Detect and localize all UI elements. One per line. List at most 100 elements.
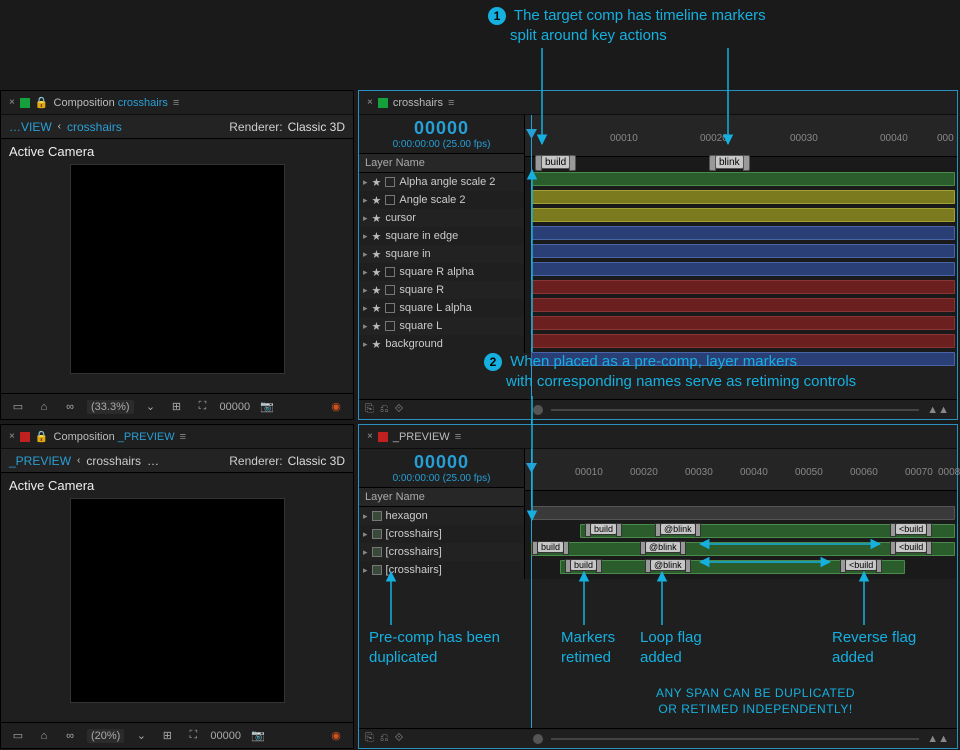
chevron-left-icon[interactable]: ‹ bbox=[58, 121, 61, 132]
timeline-tab[interactable]: × crosshairs ≡ bbox=[359, 91, 957, 115]
layer-marker[interactable]: build bbox=[590, 523, 617, 535]
layer-row[interactable]: ▸★square in bbox=[359, 245, 524, 263]
disclosure-icon[interactable]: ▸ bbox=[363, 339, 368, 350]
layer-marker[interactable]: build bbox=[570, 559, 597, 571]
zoom-percent[interactable]: (33.3%) bbox=[87, 400, 134, 414]
disclosure-icon[interactable]: ▸ bbox=[363, 231, 368, 242]
layer-row[interactable]: ▸★square in edge bbox=[359, 227, 524, 245]
crop-icon[interactable]: ⛶ bbox=[194, 399, 212, 415]
panel-tab[interactable]: × 🔒 Composition _PREVIEW ≡ bbox=[1, 425, 353, 449]
comp-marker-build[interactable]: build bbox=[541, 155, 570, 169]
layer-row[interactable]: ▸★Alpha angle scale 2 bbox=[359, 173, 524, 191]
panel-menu-icon[interactable]: ≡ bbox=[455, 431, 461, 443]
current-time[interactable]: 00000 0:00:00:00 (25.00 fps) bbox=[359, 115, 524, 153]
layer-row[interactable]: ▸★square R bbox=[359, 281, 524, 299]
disclosure-icon[interactable]: ▸ bbox=[363, 285, 368, 296]
close-icon[interactable]: × bbox=[367, 97, 373, 108]
zoom-in-icon[interactable]: ▲▲ bbox=[927, 733, 949, 745]
disclosure-icon[interactable]: ▸ bbox=[363, 303, 368, 314]
monitor-icon[interactable]: ▭ bbox=[9, 399, 27, 415]
glasses-icon[interactable]: ∞ bbox=[61, 399, 79, 415]
timeline-track-area[interactable]: 00010 00020 00030 00040 00050 00060 0007… bbox=[525, 449, 957, 579]
playhead[interactable] bbox=[531, 449, 532, 740]
panel-menu-icon[interactable]: ≡ bbox=[448, 97, 454, 109]
active-camera-label: Active Camera bbox=[1, 139, 353, 164]
layer-row[interactable]: ▸★square L bbox=[359, 317, 524, 335]
layer-list: ▸hexagon ▸[crosshairs] ▸[crosshairs] ▸[c… bbox=[359, 507, 524, 579]
toggle-modes-icon[interactable]: ⎌ bbox=[380, 732, 389, 745]
viewer-footer: ▭ ⌂ ∞ (33.3%) ⌄ ⊞ ⛶ 00000 📷 ◉ bbox=[1, 393, 353, 419]
zoom-in-icon[interactable]: ▲▲ bbox=[927, 404, 949, 416]
select-view-icon[interactable]: ⊞ bbox=[158, 728, 176, 744]
layer-marker[interactable]: @blink bbox=[645, 541, 681, 553]
layer-row[interactable]: ▸★square L alpha bbox=[359, 299, 524, 317]
callout-2-badge: 2 bbox=[484, 353, 502, 371]
current-time[interactable]: 00000 0:00:00:00 (25.00 fps) bbox=[359, 449, 524, 487]
toggle-modes-icon[interactable]: ⎌ bbox=[380, 403, 389, 416]
crumb-segment[interactable]: crosshairs bbox=[67, 120, 122, 134]
zoom-slider-start[interactable] bbox=[533, 734, 543, 744]
layer-marker[interactable]: build bbox=[537, 541, 564, 553]
laptop-icon[interactable]: ⌂ bbox=[35, 399, 53, 415]
close-icon[interactable]: × bbox=[9, 97, 15, 108]
lock-icon[interactable]: 🔒 bbox=[35, 96, 49, 109]
crumb-segment[interactable]: _PREVIEW bbox=[9, 454, 71, 468]
monitor-icon[interactable]: ▭ bbox=[9, 728, 27, 744]
snapshot-icon[interactable]: 📷 bbox=[249, 728, 267, 744]
close-icon[interactable]: × bbox=[9, 431, 15, 442]
layer-row[interactable]: ▸[crosshairs] bbox=[359, 561, 524, 579]
zoom-slider-start[interactable] bbox=[533, 405, 543, 415]
layer-row[interactable]: ▸★Angle scale 2 bbox=[359, 191, 524, 209]
layer-marker[interactable]: <build bbox=[895, 541, 927, 553]
layer-row[interactable]: ▸hexagon bbox=[359, 507, 524, 525]
composition-viewer[interactable] bbox=[70, 164, 285, 374]
layer-row[interactable]: ▸[crosshairs] bbox=[359, 543, 524, 561]
layer-row[interactable]: ▸★cursor bbox=[359, 209, 524, 227]
channels-icon[interactable]: ◉ bbox=[327, 728, 345, 744]
glasses-icon[interactable]: ∞ bbox=[61, 728, 79, 744]
timeline-track-area[interactable]: 00010 00020 00030 00040 000 build blink bbox=[525, 115, 957, 353]
annotation-retimed: Markersretimed bbox=[561, 628, 615, 667]
snapshot-icon[interactable]: 📷 bbox=[258, 399, 276, 415]
layer-marker[interactable]: <build bbox=[845, 559, 877, 571]
chevron-left-icon[interactable]: ‹ bbox=[77, 455, 80, 466]
disclosure-icon[interactable]: ▸ bbox=[363, 267, 368, 278]
select-view-icon[interactable]: ⊞ bbox=[168, 399, 186, 415]
timeline-tab[interactable]: × _PREVIEW ≡ bbox=[359, 425, 957, 449]
layer-marker[interactable]: <build bbox=[895, 523, 927, 535]
crumb-segment[interactable]: …VIEW bbox=[9, 120, 52, 134]
disclosure-icon[interactable]: ▸ bbox=[363, 249, 368, 260]
layer-row[interactable]: ▸★square R alpha bbox=[359, 263, 524, 281]
channels-icon[interactable]: ◉ bbox=[327, 399, 345, 415]
panel-menu-icon[interactable]: ≡ bbox=[180, 431, 186, 443]
close-icon[interactable]: × bbox=[367, 431, 373, 442]
renderer-value[interactable]: Classic 3D bbox=[288, 120, 345, 134]
composition-viewer[interactable] bbox=[70, 498, 285, 703]
layer-marker[interactable]: @blink bbox=[660, 523, 696, 535]
time-ruler[interactable]: 00010 00020 00030 00040 000 bbox=[525, 115, 957, 157]
laptop-icon[interactable]: ⌂ bbox=[35, 728, 53, 744]
layer-row[interactable]: ▸[crosshairs] bbox=[359, 525, 524, 543]
disclosure-icon[interactable]: ▸ bbox=[363, 177, 368, 188]
chevron-down-icon[interactable]: ⌄ bbox=[132, 728, 150, 744]
disclosure-icon[interactable]: ▸ bbox=[363, 213, 368, 224]
zoom-percent[interactable]: (20%) bbox=[87, 729, 124, 743]
toggle-switches-icon[interactable]: ⎘ bbox=[365, 403, 374, 416]
comp-marker-blink[interactable]: blink bbox=[715, 155, 744, 169]
disclosure-icon[interactable]: ▸ bbox=[363, 195, 368, 206]
lock-icon[interactable]: 🔒 bbox=[35, 430, 49, 443]
crop-icon[interactable]: ⛶ bbox=[184, 728, 202, 744]
disclosure-icon[interactable]: ▸ bbox=[363, 321, 368, 332]
toggle-blend-icon[interactable]: ⟐ bbox=[395, 732, 404, 745]
layer-row[interactable]: ▸★background bbox=[359, 335, 524, 353]
crumb-segment[interactable]: crosshairs bbox=[86, 454, 141, 468]
crumb-segment[interactable]: … bbox=[147, 454, 159, 468]
toggle-switches-icon[interactable]: ⎘ bbox=[365, 732, 374, 745]
panel-menu-icon[interactable]: ≡ bbox=[173, 97, 179, 109]
panel-tab[interactable]: × 🔒 Composition crosshairs ≡ bbox=[1, 91, 353, 115]
renderer-value[interactable]: Classic 3D bbox=[288, 454, 345, 468]
toggle-blend-icon[interactable]: ⟐ bbox=[395, 403, 404, 416]
time-ruler[interactable]: 00010 00020 00030 00040 00050 00060 0007… bbox=[525, 449, 957, 491]
layer-marker[interactable]: @blink bbox=[650, 559, 686, 571]
chevron-down-icon[interactable]: ⌄ bbox=[142, 399, 160, 415]
